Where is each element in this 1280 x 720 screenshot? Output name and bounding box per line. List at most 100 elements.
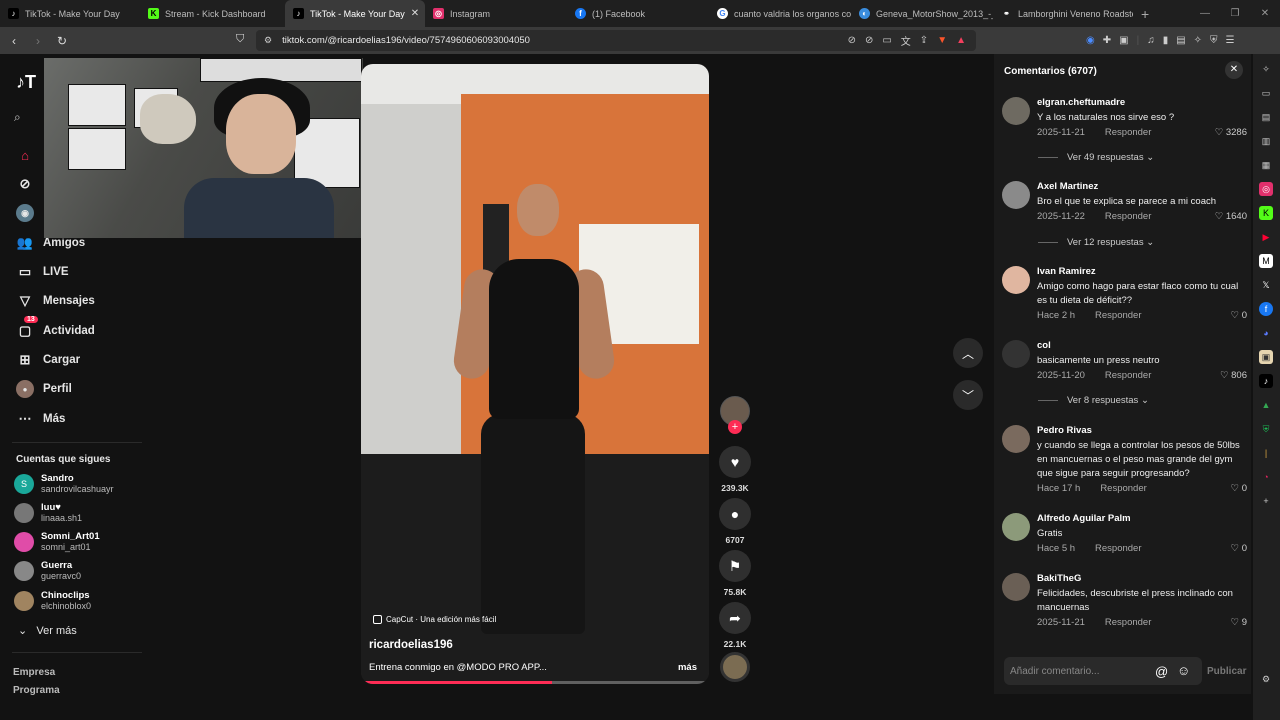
followed-account[interactable]: Guerra guerravc0: [14, 560, 81, 582]
bookmarks-icon[interactable]: ▥: [1259, 134, 1273, 148]
pinterest-icon[interactable]: ◔: [1259, 470, 1273, 484]
comment-user[interactable]: col: [1037, 340, 1051, 351]
comment-like[interactable]: ♡ 0: [1231, 543, 1247, 554]
save-button[interactable]: ⚑: [719, 550, 751, 582]
address-bar[interactable]: ⚙ tiktok.com/@ricardoelias196/video/7574…: [256, 30, 976, 51]
browser-tab-active[interactable]: ♪ TikTok - Make Your Day ✕: [285, 0, 425, 27]
forward-icon[interactable]: ›: [28, 34, 48, 48]
brave-shield-icon[interactable]: ▼: [937, 35, 947, 46]
reply-button[interactable]: Responder: [1095, 310, 1141, 321]
comment-user[interactable]: BakiTheG: [1037, 573, 1081, 584]
video-author[interactable]: ricardoelias196: [369, 639, 453, 651]
reply-button[interactable]: Responder: [1105, 617, 1151, 628]
wallet-icon[interactable]: ▤: [1259, 110, 1273, 124]
comment-like[interactable]: ♡ 0: [1231, 483, 1247, 494]
browser-tab[interactable]: ◎ Instagram: [425, 0, 567, 27]
follow-plus-icon[interactable]: +: [728, 420, 742, 434]
view-replies-button[interactable]: Ver 8 respuestas ⌄: [1038, 395, 1149, 406]
share-icon[interactable]: ⇪: [920, 35, 928, 46]
vpn-icon[interactable]: ◉: [1086, 35, 1095, 46]
avatar[interactable]: [1002, 340, 1030, 368]
avatar[interactable]: [1002, 97, 1030, 125]
avatar[interactable]: [1002, 573, 1030, 601]
browser-tab[interactable]: K Stream - Kick Dashboard: [140, 0, 285, 27]
vpn-shield-icon[interactable]: ⛨: [1210, 35, 1218, 46]
nav-following[interactable]: ◉: [16, 204, 43, 222]
translate-icon[interactable]: 文: [901, 33, 911, 48]
like-button[interactable]: ♥: [719, 446, 751, 478]
bar-icon[interactable]: |: [1259, 446, 1273, 460]
reading-list-icon[interactable]: ▭: [1259, 86, 1273, 100]
comment-like[interactable]: ♡ 806: [1220, 370, 1247, 381]
menu-icon[interactable]: ☰: [1226, 35, 1235, 46]
tiktok-icon[interactable]: ♪: [1259, 374, 1273, 388]
video-player[interactable]: CapCut · Una edición más fácil ricardoel…: [361, 64, 709, 684]
music-icon[interactable]: ♫: [1147, 35, 1155, 46]
see-more-button[interactable]: ⌄ Ver más: [18, 624, 77, 637]
share-button[interactable]: ➦: [719, 602, 751, 634]
capcut-tag[interactable]: CapCut · Una edición más fácil: [373, 615, 496, 624]
footer-link-program[interactable]: Programa: [13, 685, 60, 696]
kick-icon[interactable]: K: [1259, 206, 1273, 220]
nav-more[interactable]: ⋯ Más: [16, 410, 66, 428]
view-replies-button[interactable]: Ver 49 respuestas ⌄: [1038, 152, 1154, 163]
site-settings-icon[interactable]: ⚙: [264, 35, 272, 46]
messenger-icon[interactable]: ◕: [1259, 326, 1273, 340]
instagram-icon[interactable]: ◎: [1259, 182, 1273, 196]
shield-check-icon[interactable]: ⛨: [1259, 422, 1273, 436]
nav-explore[interactable]: ⊘: [16, 175, 43, 193]
browser-tab[interactable]: f (1) Facebook: [567, 0, 709, 27]
sidebar-toggle-icon[interactable]: ▮: [1163, 35, 1169, 46]
nav-upload[interactable]: ⊞ Cargar: [16, 351, 81, 369]
new-tab-icon[interactable]: +: [1141, 6, 1149, 22]
avatar[interactable]: [1002, 181, 1030, 209]
next-video-button[interactable]: ﹀: [953, 380, 983, 410]
photo-app-icon[interactable]: ▣: [1259, 350, 1273, 364]
drive-icon[interactable]: ▲: [1259, 398, 1273, 412]
avatar[interactable]: [1002, 513, 1030, 541]
avatar[interactable]: [1002, 425, 1030, 453]
minimize-icon[interactable]: —: [1190, 8, 1220, 19]
comment-button[interactable]: ●: [719, 498, 751, 530]
followed-account[interactable]: luu♥ linaaa.sh1: [14, 502, 82, 524]
video-progress-bar[interactable]: [361, 681, 709, 684]
mention-icon[interactable]: @: [1155, 664, 1168, 679]
close-comments-button[interactable]: ✕: [1225, 61, 1243, 79]
comment-user[interactable]: elgran.cheftumadre: [1037, 97, 1125, 108]
no-mic-icon[interactable]: ⊘: [865, 35, 873, 46]
comment-like[interactable]: ♡ 9: [1231, 617, 1247, 628]
no-camera-icon[interactable]: ⊘: [848, 35, 856, 46]
comment-like[interactable]: ♡ 0: [1231, 310, 1247, 321]
music-disc[interactable]: [720, 652, 750, 682]
maximize-icon[interactable]: ❐: [1220, 8, 1250, 19]
youtube-icon[interactable]: ▶: [1259, 230, 1273, 244]
reply-button[interactable]: Responder: [1105, 127, 1151, 138]
followed-account[interactable]: Somni_Art01 somni_art01: [14, 531, 100, 553]
previous-video-button[interactable]: ︿: [953, 338, 983, 368]
nav-live[interactable]: ▭ LIVE: [16, 263, 69, 281]
reply-button[interactable]: Responder: [1095, 543, 1141, 554]
nav-messages[interactable]: ▽ Mensajes: [16, 292, 95, 310]
avatar[interactable]: [1002, 266, 1030, 294]
comment-user[interactable]: Ivan Ramirez: [1037, 266, 1096, 277]
publish-button[interactable]: Publicar: [1207, 666, 1246, 677]
comment-like[interactable]: ♡ 1640: [1215, 211, 1247, 222]
comment-user[interactable]: Alfredo Aguilar Palm: [1037, 513, 1131, 524]
more-button[interactable]: más: [678, 662, 697, 673]
nav-profile[interactable]: ● Perfil: [16, 380, 72, 398]
browser-tab[interactable]: G cuanto valdria los organos con: [709, 0, 851, 27]
view-replies-button[interactable]: Ver 12 respuestas ⌄: [1038, 237, 1154, 248]
reply-button[interactable]: Responder: [1100, 483, 1146, 494]
wallet-icon[interactable]: ▤: [1176, 35, 1185, 46]
leo-ai-icon[interactable]: ✧: [1259, 62, 1273, 76]
nav-home[interactable]: ⌂: [16, 146, 43, 164]
screenshot-icon[interactable]: ▣: [1119, 35, 1128, 46]
close-window-icon[interactable]: ✕: [1250, 8, 1280, 19]
reply-button[interactable]: Responder: [1105, 211, 1151, 222]
search-icon[interactable]: ⌕: [14, 110, 21, 125]
history-icon[interactable]: ▦: [1259, 158, 1273, 172]
extensions-icon[interactable]: ✚: [1103, 35, 1111, 46]
browser-tab[interactable]: ♪ TikTok - Make Your Day: [0, 0, 140, 27]
comment-like[interactable]: ♡ 3286: [1215, 127, 1247, 138]
footer-link-company[interactable]: Empresa: [13, 667, 55, 678]
